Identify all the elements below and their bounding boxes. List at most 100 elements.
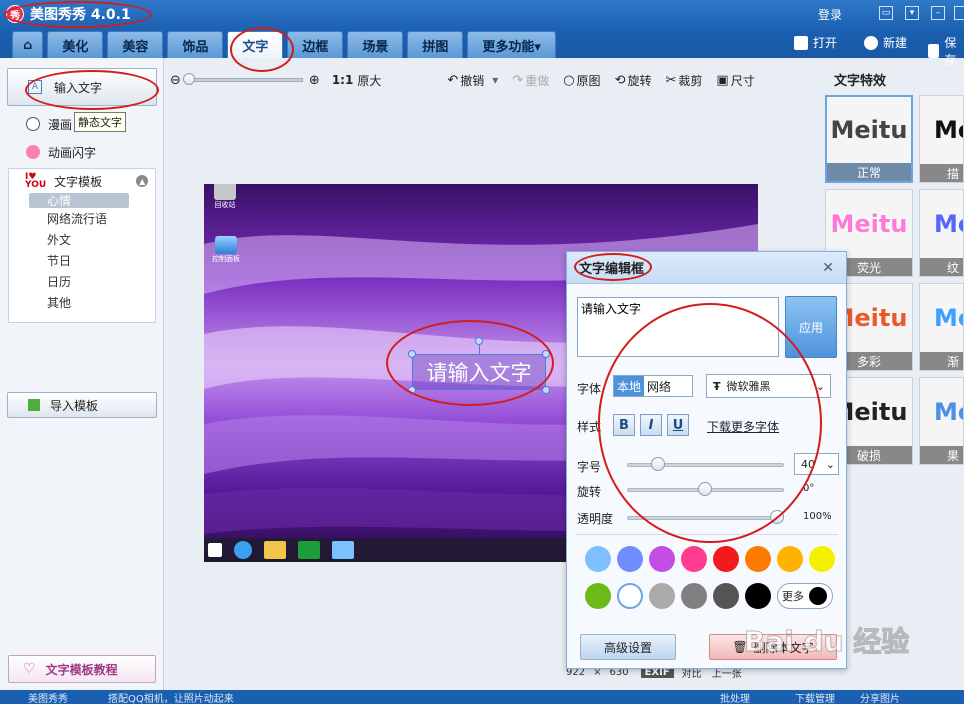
size-select[interactable]: 40 ⌄ xyxy=(794,453,839,475)
share-button[interactable]: 分享图片 xyxy=(860,690,900,704)
font-web-option[interactable]: 网络 xyxy=(644,376,674,396)
apply-button[interactable]: 应用 xyxy=(785,296,837,358)
dialog-title: 文字编辑框 xyxy=(579,262,645,277)
undo-dropdown-icon[interactable]: ▾ xyxy=(492,73,498,87)
save-button[interactable]: 保存 xyxy=(928,34,964,68)
login-link[interactable]: 登录 xyxy=(818,6,842,23)
dialog-header[interactable]: 文字编辑框 xyxy=(567,252,846,284)
original-button[interactable]: ○ 原图 xyxy=(563,72,600,89)
effect-normal[interactable]: Meitu 正常 xyxy=(825,95,913,183)
color-swatch-dark-gray[interactable] xyxy=(713,583,739,609)
color-swatch-light-gray[interactable] xyxy=(649,583,675,609)
effect-preview: Meitu xyxy=(830,116,908,144)
color-swatch-purple[interactable] xyxy=(649,546,675,572)
template-item-calendar[interactable]: 日历 xyxy=(9,271,155,292)
color-swatch-gray[interactable] xyxy=(681,583,707,609)
text-input[interactable]: 请输入文字 xyxy=(577,297,779,357)
menu-icon[interactable]: ▾ xyxy=(905,6,919,20)
underline-button[interactable]: U xyxy=(667,414,689,436)
feedback-icon[interactable]: ▭ xyxy=(879,6,893,20)
zoom-out-icon[interactable]: ⊖ xyxy=(170,73,181,88)
color-swatch-red[interactable] xyxy=(713,546,739,572)
maximize-icon[interactable] xyxy=(954,6,964,20)
template-header[interactable]: I♥ YOU 文字模板 ▲ xyxy=(9,169,155,193)
template-item-buzzwords[interactable]: 网络流行语 xyxy=(9,208,155,229)
open-button[interactable]: 打开 xyxy=(794,34,837,51)
color-swatch-black[interactable] xyxy=(745,583,771,609)
rotate-handle[interactable] xyxy=(475,337,483,345)
zoom-original[interactable]: 原大 xyxy=(357,72,381,89)
redo-button[interactable]: ↷ 重做 xyxy=(512,72,549,89)
effect-outline[interactable]: Me 描 xyxy=(919,95,964,183)
rotate-button[interactable]: ⟲ 旋转 xyxy=(615,72,652,89)
color-swatch-sky[interactable] xyxy=(585,546,611,572)
zoom-slider[interactable] xyxy=(182,73,303,85)
desktop-icon-recycle[interactable]: 回收站 xyxy=(214,184,236,210)
tab-border[interactable]: 边框 xyxy=(287,31,344,58)
minimize-icon[interactable]: – xyxy=(931,6,945,20)
comic-text-item[interactable]: 漫画 xyxy=(26,113,72,135)
template-item-mood[interactable]: 心情 xyxy=(29,193,129,208)
effect-texture[interactable]: Me 纹 xyxy=(919,189,964,277)
template-item-foreign[interactable]: 外文 xyxy=(9,229,155,250)
tab-beautify[interactable]: 美化 xyxy=(47,31,104,58)
tab-collage[interactable]: 拼图 xyxy=(407,31,464,58)
home-tab[interactable]: ⌂ xyxy=(12,31,44,58)
color-swatch-green[interactable] xyxy=(585,583,611,609)
size-slider-knob[interactable] xyxy=(651,457,665,471)
one-to-one[interactable]: 1:1 xyxy=(332,73,354,87)
close-icon[interactable]: ✕ xyxy=(822,260,834,276)
desktop-icon-control-panel[interactable]: 控制面板 xyxy=(212,236,240,264)
tab-more[interactable]: 更多功能▾ xyxy=(467,31,556,58)
tab-face[interactable]: 美容 xyxy=(107,31,164,58)
color-swatch-white[interactable] xyxy=(617,583,643,609)
font-local-option[interactable]: 本地 xyxy=(614,376,645,396)
batch-button[interactable]: 批处理 xyxy=(720,690,750,704)
effect-preview: Me xyxy=(934,304,963,332)
color-swatch-orange[interactable] xyxy=(745,546,771,572)
bold-button[interactable]: B xyxy=(613,414,635,436)
size-button[interactable]: ▣ 尺寸 xyxy=(716,72,754,89)
zoom-slider-knob[interactable] xyxy=(182,73,195,85)
tab-scene[interactable]: 场景 xyxy=(347,31,404,58)
effect-gradient[interactable]: Me 渐 xyxy=(919,283,964,371)
color-swatch-pink[interactable] xyxy=(681,546,707,572)
opacity-slider-knob[interactable] xyxy=(770,510,784,524)
effect-preview: Me xyxy=(934,116,963,144)
advanced-settings-button[interactable]: 高级设置 xyxy=(580,634,676,660)
resize-handle-bl[interactable] xyxy=(408,386,416,394)
import-template-button[interactable]: 导入模板 xyxy=(7,392,157,418)
resize-handle-tr[interactable] xyxy=(542,350,550,358)
new-button[interactable]: 新建 xyxy=(864,34,907,51)
download-manager-button[interactable]: 下载管理 xyxy=(795,690,835,704)
tab-text[interactable]: 文字 xyxy=(227,31,284,58)
download-fonts-link[interactable]: 下载更多字体 xyxy=(707,418,779,435)
font-type-icon: Ŧ xyxy=(713,379,721,393)
template-item-other[interactable]: 其他 xyxy=(9,292,155,313)
font-select[interactable]: Ŧ 微软雅黑 ⌄ xyxy=(706,374,831,398)
love-you-icon: I♥ YOU xyxy=(25,172,47,190)
opacity-slider[interactable] xyxy=(627,516,784,520)
more-colors-button[interactable]: 更多 xyxy=(777,583,833,609)
resize-handle-br[interactable] xyxy=(542,386,550,394)
status-ad[interactable]: 搭配QQ相机，让照片动起来 xyxy=(108,690,234,704)
app-name: 美图秀秀 4.0.1 xyxy=(30,7,131,23)
resize-handle-tl[interactable] xyxy=(408,350,416,358)
italic-button[interactable]: I xyxy=(640,414,662,436)
rotate-label: 旋转 xyxy=(577,485,602,499)
effect-jelly[interactable]: Me 果 xyxy=(919,377,964,465)
color-swatch-blue[interactable] xyxy=(617,546,643,572)
tab-accessories[interactable]: 饰品 xyxy=(167,31,224,58)
animated-text-item[interactable]: 动画闪字 xyxy=(26,141,96,163)
template-item-holiday[interactable]: 节日 xyxy=(9,250,155,271)
zoom-in-icon[interactable]: ⊕ xyxy=(309,73,320,88)
crop-button[interactable]: ✂ 裁剪 xyxy=(665,72,702,89)
input-text-button[interactable]: A 输入文字 xyxy=(7,68,157,106)
color-swatch-amber[interactable] xyxy=(777,546,803,572)
undo-button[interactable]: ↶ 撤销 ▾ xyxy=(447,72,498,89)
color-swatch-yellow[interactable] xyxy=(809,546,835,572)
rotate-slider-knob[interactable] xyxy=(698,482,712,496)
size-label: 尺寸 xyxy=(730,73,755,88)
template-tutorial-button[interactable]: ♡ 文字模板教程 xyxy=(8,655,156,683)
canvas-text-object[interactable]: 请输入文字 xyxy=(412,354,546,390)
